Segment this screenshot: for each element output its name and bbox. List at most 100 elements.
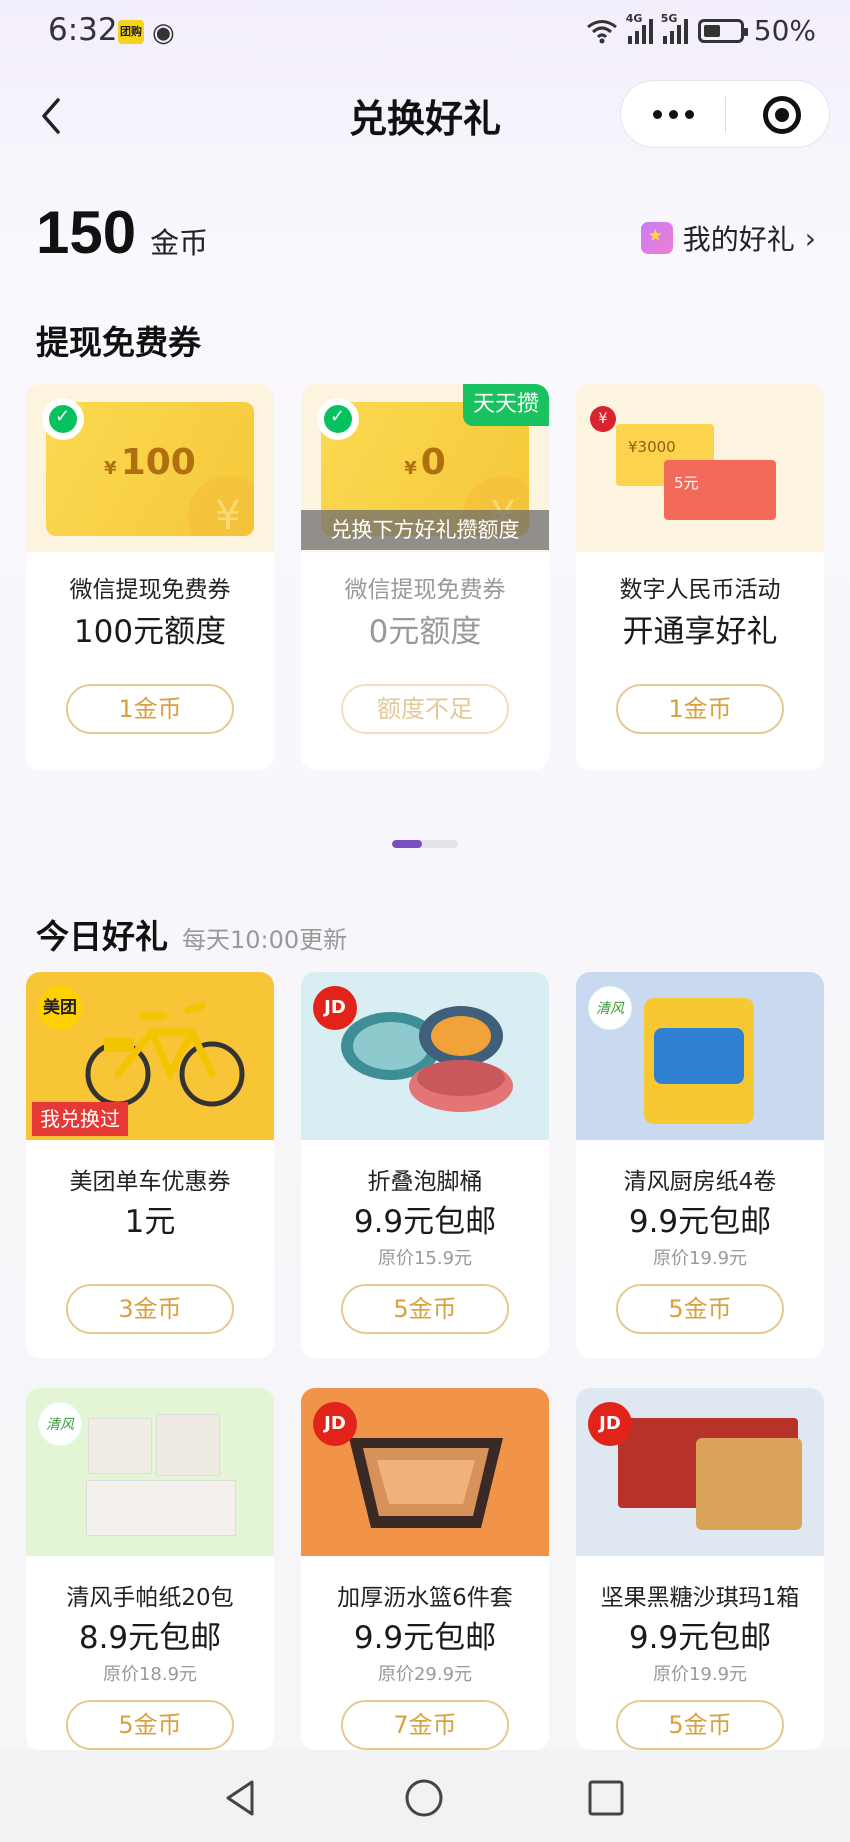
nav-home-icon[interactable] (404, 1778, 444, 1818)
miniprogram-capsule (620, 80, 830, 148)
carousel-pager (392, 840, 458, 848)
jd-logo: JD (313, 1402, 357, 1446)
redeem-button[interactable]: 1金币 (616, 684, 784, 734)
signal-4g-icon: 4G (626, 12, 653, 44)
my-gifts-link[interactable]: 我的好礼 › (640, 218, 816, 258)
gift-card[interactable]: JD 加厚沥水篮6件套 9.9元包邮 原价29.9元 7金币 (301, 1388, 549, 1750)
qingfeng-logo: 清风 (38, 1402, 82, 1446)
nav-back-icon[interactable] (222, 1778, 262, 1818)
wechat-icon (44, 400, 82, 438)
qingfeng-logo: 清风 (588, 986, 632, 1030)
battery-level: 50% (753, 14, 816, 47)
redeemed-badge: 我兑换过 (32, 1102, 128, 1136)
gift-image: 清风 (576, 972, 824, 1140)
gift-original-price: 原价19.9元 (652, 1664, 748, 1685)
coupon-card[interactable]: ¥100 ¥ 微信提现免费券 100元额度 1金币 (26, 384, 274, 770)
digital-rmb-icon: ¥ (590, 406, 616, 432)
gift-calendar-icon (640, 222, 673, 254)
foot-basin-icon (341, 1006, 513, 1112)
daily-section-title: 今日好礼 每天10:00更新 (36, 910, 347, 958)
redeem-button[interactable]: 5金币 (616, 1284, 784, 1334)
status-bar: 6:32 团购 ◉ 4G 5G 50% (0, 0, 850, 66)
gift-image: JD (576, 1388, 824, 1556)
coupon-name: 微信提现免费券 (69, 577, 231, 603)
redeem-button[interactable]: 5金币 (66, 1700, 234, 1750)
gift-card[interactable]: JD 折叠泡脚桶 9.9元包邮 原价15.9元 5金币 (301, 972, 549, 1358)
close-miniprogram-icon[interactable] (763, 96, 801, 134)
gift-price: 8.9元包邮 (78, 1620, 222, 1656)
currency-symbol: ¥ (404, 458, 417, 479)
gift-original-price: 原价15.9元 (377, 1248, 473, 1269)
eye-icon: ◉ (152, 18, 175, 48)
redeem-button[interactable]: 3金币 (66, 1284, 234, 1334)
more-menu-button[interactable] (621, 81, 725, 147)
coupon-image: ¥ ¥3000 5元 (576, 384, 824, 552)
coin-amount: 150 (36, 199, 137, 266)
gift-price: 9.9元包邮 (628, 1204, 772, 1240)
jd-logo: JD (313, 986, 357, 1030)
pager-active-dot (392, 840, 422, 848)
coupon-name: 数字人民币活动 (619, 577, 781, 603)
gift-card[interactable]: 清风 清风手帕纸20包 8.9元包邮 原价18.9元 5金币 (26, 1388, 274, 1750)
gift-image: JD (301, 1388, 549, 1556)
currency-symbol: ¥ (104, 458, 117, 479)
gift-card[interactable]: 美团 我兑换过 美团单车优惠券 1元 3金币 (26, 972, 274, 1358)
battery-icon (697, 18, 748, 43)
gift-original-price: 原价18.9元 (102, 1664, 198, 1685)
gift-image: JD (301, 972, 549, 1140)
jd-logo: JD (588, 1402, 632, 1446)
gift-original-price: 原价29.9元 (377, 1664, 473, 1685)
tissue-pack (156, 1414, 220, 1476)
gift-card[interactable]: JD 坚果黑糖沙琪玛1箱 9.9元包邮 原价19.9元 5金币 (576, 1388, 824, 1750)
insufficient-button[interactable]: 额度不足 (341, 684, 509, 734)
voucher-amount: 0 (420, 442, 446, 483)
gift-price: 9.9元包邮 (353, 1620, 497, 1656)
coupon-image: ¥0 ¥ 天天攒 兑换下方好礼攒额度 (301, 384, 549, 552)
voucher-amount: 100 (120, 442, 196, 483)
coupon-value: 开通享好礼 (622, 614, 778, 650)
wifi-icon (586, 19, 617, 43)
gift-name: 折叠泡脚桶 (367, 1169, 483, 1195)
meituan-logo: 美团 (38, 986, 82, 1030)
daily-title: 今日好礼 (36, 917, 168, 956)
gift-price: 9.9元包邮 (353, 1204, 497, 1240)
system-nav-bar (0, 1750, 850, 1842)
redeem-button[interactable]: 5金币 (616, 1700, 784, 1750)
tissue-pack (86, 1480, 236, 1536)
coupon-card[interactable]: ¥ ¥3000 5元 数字人民币活动 开通享好礼 1金币 (576, 384, 824, 770)
shaqima-snack (696, 1438, 802, 1530)
coin-balance: 150 金币 (36, 198, 208, 267)
wechat-icon (319, 400, 357, 438)
coupon-card[interactable]: ¥0 ¥ 天天攒 兑换下方好礼攒额度 微信提现免费券 0元额度 额度不足 (301, 384, 549, 770)
nav-bar: 兑换好礼 (0, 80, 850, 152)
coupon-image: ¥100 ¥ (26, 384, 274, 552)
gift-name: 清风手帕纸20包 (66, 1585, 234, 1611)
gift-name: 清风厨房纸4卷 (623, 1169, 777, 1195)
redeem-button[interactable]: 7金币 (341, 1700, 509, 1750)
nav-recents-icon[interactable] (586, 1778, 626, 1818)
status-right: 4G 5G 50% (586, 12, 816, 47)
bike-icon (85, 1002, 245, 1107)
coin-unit: 金币 (150, 226, 209, 260)
daily-subtitle: 每天10:00更新 (182, 926, 348, 954)
gift-image: 清风 (26, 1388, 274, 1556)
coupons-section-title: 提现免费券 (36, 323, 201, 362)
daily-save-tag: 天天攒 (463, 384, 549, 426)
gift-card[interactable]: 清风 清风厨房纸4卷 9.9元包邮 原价19.9元 5金币 (576, 972, 824, 1358)
net-type-1: 4G (625, 11, 643, 25)
gift-price: 9.9元包邮 (628, 1620, 772, 1656)
gift-price: 1元 (124, 1204, 176, 1240)
redeem-button[interactable]: 1金币 (66, 684, 234, 734)
gift-name: 加厚沥水篮6件套 (337, 1585, 513, 1611)
signal-5g-icon: 5G (661, 12, 688, 44)
redeem-button[interactable]: 5金币 (341, 1284, 509, 1334)
status-time: 6:32 (48, 12, 118, 48)
my-gifts-label: 我的好礼 (682, 223, 795, 256)
coupon-value: 0元额度 (368, 614, 482, 650)
gift-original-price: 原价19.9元 (652, 1248, 748, 1269)
kitchen-paper-pack (644, 998, 754, 1124)
app-notification-icon: 团购 (118, 20, 144, 44)
chevron-right-icon: › (804, 221, 816, 255)
drain-basket-icon (349, 1438, 503, 1528)
gift-name: 美团单车优惠券 (69, 1169, 231, 1195)
